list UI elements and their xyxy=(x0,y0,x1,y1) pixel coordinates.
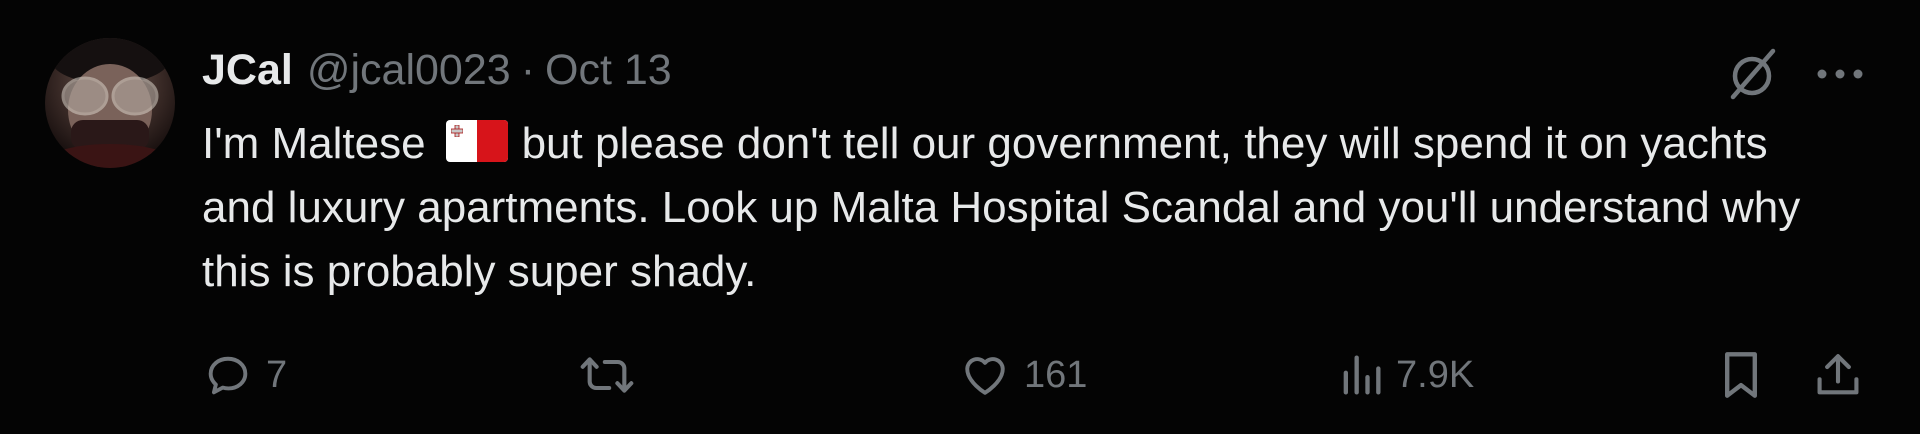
malta-flag-icon xyxy=(445,120,508,162)
reply-button[interactable]: 7 xyxy=(202,340,287,410)
avatar-image xyxy=(45,38,175,168)
tweet-date[interactable]: Oct 13 xyxy=(545,46,672,95)
user-handle[interactable]: @jcal0023 xyxy=(307,46,511,95)
share-icon xyxy=(1817,354,1859,395)
grok-icon xyxy=(1730,48,1776,100)
tweet-header: JCal @jcal0023 · Oct 13 xyxy=(202,42,672,98)
heart-icon xyxy=(965,357,1005,395)
repost-icon xyxy=(580,357,634,393)
action-bar: 7 161 7.9K xyxy=(0,340,1920,410)
avatar[interactable] xyxy=(45,38,175,168)
views-button[interactable]: 7.9K xyxy=(1338,340,1474,410)
bookmark-icon xyxy=(1725,352,1757,398)
more-options-button[interactable] xyxy=(1810,44,1870,104)
tweet-text-part-1: I'm Maltese xyxy=(202,119,426,168)
views-icon xyxy=(1343,355,1381,395)
tweet: JCal @jcal0023 · Oct 13 I'm Maltese but p… xyxy=(0,0,1920,434)
like-count: 161 xyxy=(1024,353,1088,396)
views-count: 7.9K xyxy=(1396,353,1475,396)
share-button[interactable] xyxy=(1812,340,1864,410)
more-options-icon xyxy=(1817,69,1863,79)
tweet-text: I'm Maltese but please don't tell our gov… xyxy=(202,112,1842,304)
like-button[interactable]: 161 xyxy=(958,340,1087,410)
reply-count: 7 xyxy=(266,353,288,396)
reply-icon xyxy=(208,356,248,395)
repost-button[interactable] xyxy=(578,340,648,410)
separator: · xyxy=(520,45,536,94)
grok-button[interactable] xyxy=(1722,44,1782,104)
display-name[interactable]: JCal xyxy=(202,46,293,95)
tweet-text-part-2: but please don't tell our government, th… xyxy=(202,119,1801,296)
bookmark-button[interactable] xyxy=(1718,340,1764,410)
